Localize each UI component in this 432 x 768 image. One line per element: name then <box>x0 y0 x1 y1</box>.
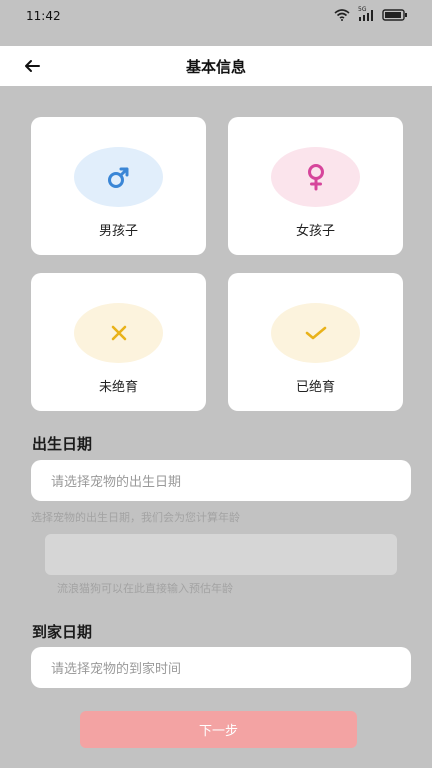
status-icons: 5G <box>334 6 408 21</box>
cross-icon <box>111 325 126 341</box>
cellular-signal-icon: 5G <box>358 6 374 21</box>
female-option-card[interactable]: 女孩子 <box>228 117 403 255</box>
checkmark-icon <box>305 326 326 340</box>
battery-icon <box>382 9 407 21</box>
female-label: 女孩子 <box>295 224 335 239</box>
neutered-icon-circle <box>271 303 360 363</box>
male-icon <box>107 167 128 188</box>
neutered-label: 已绝育 <box>295 380 335 395</box>
status-bar: 11:42 5G <box>0 0 432 46</box>
estimated-age-hint: 流浪猫狗可以在此直接输入预估年龄 <box>57 582 233 595</box>
status-time: 11:42 <box>26 9 61 23</box>
not-neutered-option-card[interactable]: 未绝育 <box>31 273 206 411</box>
neutered-option-card[interactable]: 已绝育 <box>228 273 403 411</box>
home-date-placeholder: 请选择宠物的到家时间 <box>51 662 182 677</box>
male-option-card[interactable]: 男孩子 <box>31 117 206 255</box>
birth-date-input[interactable]: 请选择宠物的出生日期 <box>31 460 411 501</box>
birth-date-placeholder: 请选择宠物的出生日期 <box>51 475 182 490</box>
female-icon-circle <box>271 147 360 207</box>
male-label: 男孩子 <box>98 224 138 239</box>
birth-date-title: 出生日期 <box>32 435 93 453</box>
not-neutered-label: 未绝育 <box>98 380 138 395</box>
birth-date-hint: 选择宠物的出生日期，我们会为您计算年龄 <box>31 511 240 524</box>
male-icon-circle <box>74 147 163 207</box>
home-date-input[interactable]: 请选择宠物的到家时间 <box>31 647 411 688</box>
female-icon <box>307 164 324 191</box>
nav-bar: 基本信息 <box>0 46 432 86</box>
not-neutered-icon-circle <box>74 303 163 363</box>
home-date-title: 到家日期 <box>32 623 93 641</box>
wifi-icon <box>334 9 350 21</box>
page-title: 基本信息 <box>185 58 246 76</box>
next-step-button[interactable]: 下一步 <box>80 711 357 748</box>
estimated-age-input[interactable] <box>45 534 397 575</box>
